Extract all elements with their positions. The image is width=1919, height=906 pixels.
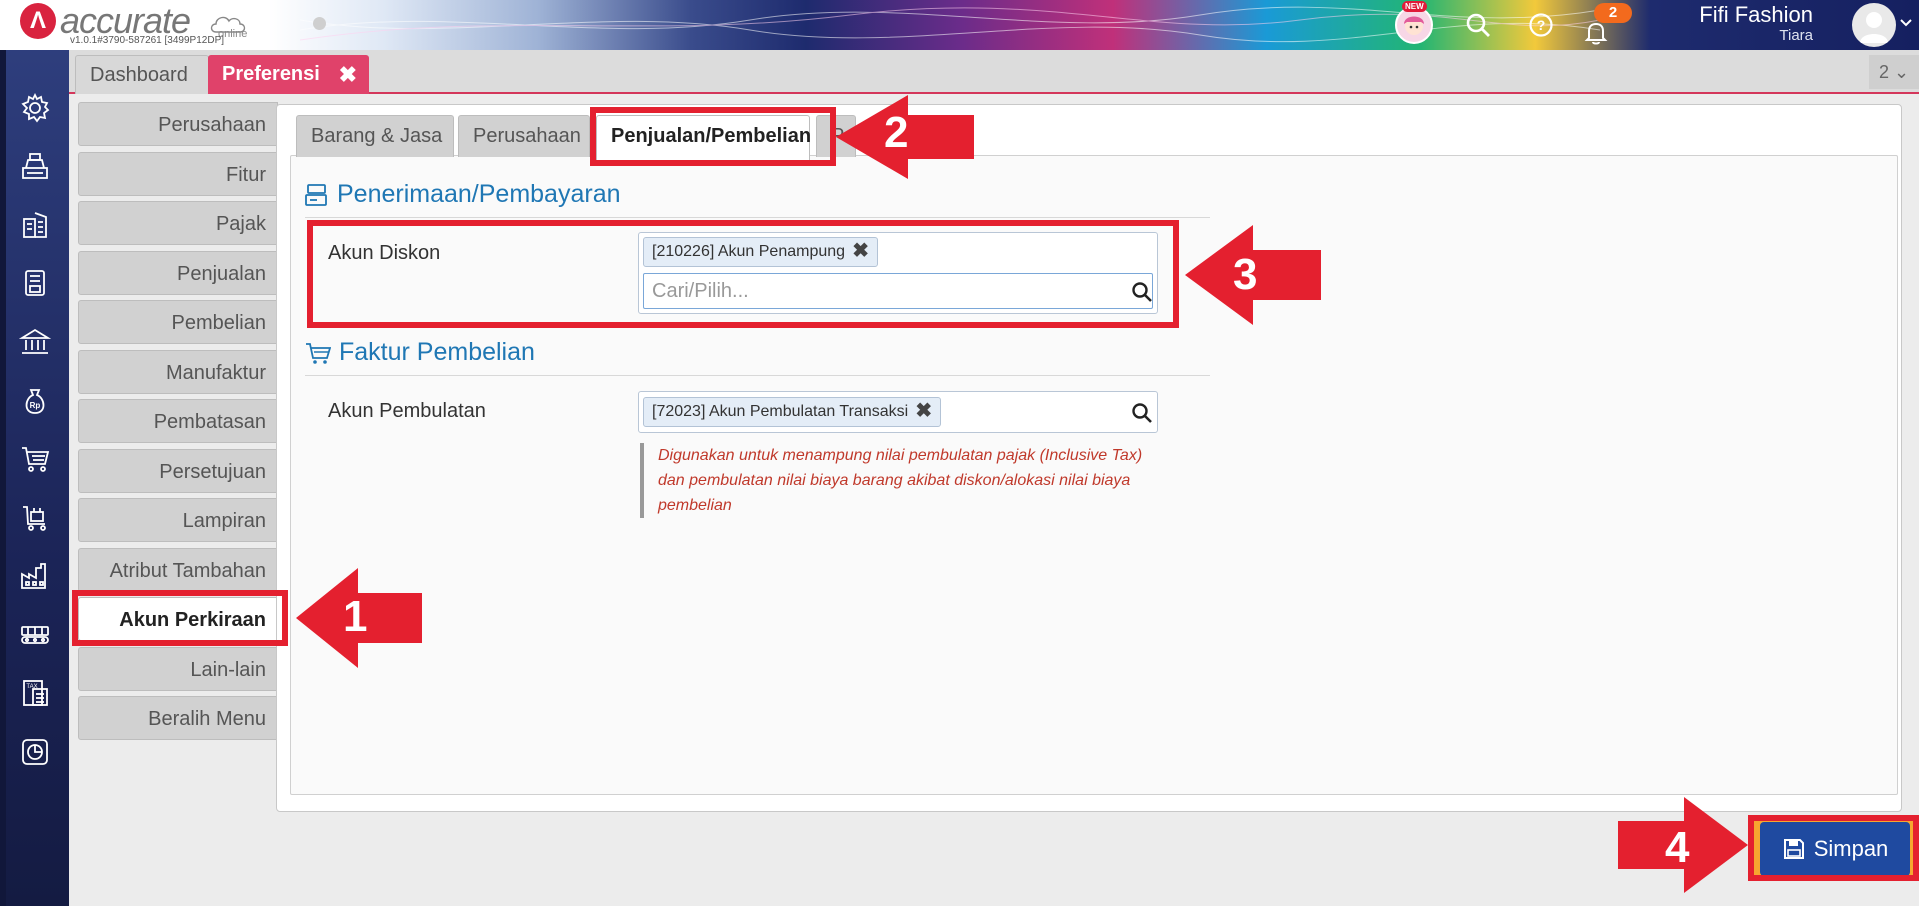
akun-pembulatan-field[interactable]: [72023] Akun Pembulatan Transaksi ✖ xyxy=(638,391,1158,433)
pref-menu-pembatasan[interactable]: Pembatasan xyxy=(78,399,278,443)
annotation-number-4: 4 xyxy=(1665,823,1690,872)
top-bar: Λ accurate online v1.0.1#3790-587261 [34… xyxy=(0,0,1919,50)
section-faktur-pembelian: Faktur Pembelian xyxy=(305,338,535,367)
status-dot xyxy=(313,17,326,30)
pref-menu-fitur[interactable]: Fitur xyxy=(78,152,278,196)
subtab-p[interactable]: P xyxy=(816,115,856,157)
section-penerimaan-pembayaran: Penerimaan/Pembayaran xyxy=(305,180,621,209)
tax-report-icon[interactable]: TAX xyxy=(17,675,53,711)
akun-pembulatan-label: Akun Pembulatan xyxy=(328,400,486,422)
factory-icon[interactable] xyxy=(17,558,53,594)
pref-menu-manufaktur[interactable]: Manufaktur xyxy=(78,350,278,394)
payment-icon xyxy=(305,183,327,206)
annotation-number-3: 3 xyxy=(1233,250,1258,299)
section-faktur-title: Faktur Pembelian xyxy=(339,338,535,366)
akun-diskon-label: Akun Diskon xyxy=(328,242,441,264)
akun-pembulatan-tag: [72023] Akun Pembulatan Transaksi ✖ xyxy=(643,397,942,427)
annotation-number-2: 2 xyxy=(884,108,909,157)
buildings-icon[interactable] xyxy=(17,207,53,243)
akun-pembulatan-tag-label: [72023] Akun Pembulatan Transaksi xyxy=(652,403,909,420)
notification-badge: 2 xyxy=(1594,3,1632,23)
svg-text:TAX: TAX xyxy=(26,684,37,690)
pref-menu-persetujuan[interactable]: Persetujuan xyxy=(78,449,278,493)
accurate-logo[interactable]: Λ accurate xyxy=(20,0,191,41)
pref-menu-atribut-tambahan[interactable]: Atribut Tambahan xyxy=(78,548,278,592)
akun-pembulatan-hint: Digunakan untuk menampung nilai pembulat… xyxy=(640,443,1160,518)
pref-menu-lampiran[interactable]: Lampiran xyxy=(78,498,278,542)
user-avatar[interactable] xyxy=(1852,3,1896,47)
logo-mark-icon: Λ xyxy=(20,3,56,39)
subtab-perusahaan[interactable]: Perusahaan xyxy=(458,115,590,157)
help-icon[interactable]: ? xyxy=(1524,8,1558,42)
conveyor-icon[interactable] xyxy=(17,617,53,653)
close-icon[interactable]: ✖ xyxy=(339,55,357,94)
section-divider xyxy=(305,217,1210,218)
remove-tag-icon[interactable]: ✖ xyxy=(915,398,932,423)
version-label: v1.0.1#3790-587261 [3499P12DP] xyxy=(70,35,225,46)
remove-tag-icon[interactable]: ✖ xyxy=(852,238,869,263)
subtab-barang-jasa[interactable]: Barang & Jasa xyxy=(296,115,454,157)
pref-menu-lain-lain[interactable]: Lain-lain xyxy=(78,647,278,691)
girl-mascot-icon xyxy=(1404,16,1424,35)
akun-diskon-tag-label: [210226] Akun Penampung xyxy=(652,243,846,260)
pref-menu-akun-perkiraan[interactable]: Akun Perkiraan xyxy=(78,597,278,641)
floppy-disk-icon xyxy=(1783,839,1804,859)
pref-menu-pajak[interactable]: Pajak xyxy=(78,201,278,245)
cart-icon xyxy=(306,342,331,364)
new-badge: NEW xyxy=(1402,1,1427,12)
tab-preferensi[interactable]: Preferensi ✖ xyxy=(208,55,369,94)
akun-diskon-tag: [210226] Akun Penampung ✖ xyxy=(643,237,879,267)
user-subtitle: Tiara xyxy=(1779,27,1813,44)
warehouse-cart-icon[interactable] xyxy=(17,500,53,536)
search-icon[interactable] xyxy=(1131,281,1153,303)
section-penerimaan-title: Penerimaan/Pembayaran xyxy=(337,180,621,208)
pref-menu-penjualan[interactable]: Penjualan xyxy=(78,251,278,295)
save-button-label: Simpan xyxy=(1813,836,1889,861)
section-divider xyxy=(305,375,1210,376)
pref-menu-beralih-menu[interactable]: Beralih Menu xyxy=(78,696,278,740)
pref-menu-pembelian[interactable]: Pembelian xyxy=(78,300,278,344)
cash-register-icon[interactable] xyxy=(17,148,53,184)
bank-icon[interactable] xyxy=(17,324,53,360)
search-icon[interactable] xyxy=(1131,402,1153,424)
user-name[interactable]: Fifi Fashion xyxy=(1699,2,1813,28)
cart-icon[interactable] xyxy=(17,441,53,477)
money-bag-icon[interactable]: Rp xyxy=(17,383,53,419)
gear-icon[interactable] xyxy=(17,90,53,126)
annotation-number-1: 1 xyxy=(343,592,368,641)
svg-text:Rp: Rp xyxy=(30,401,41,410)
left-bar-edge xyxy=(0,50,6,906)
chevron-down-icon[interactable] xyxy=(1899,18,1913,28)
tab-dashboard[interactable]: Dashboard xyxy=(75,55,209,94)
main-tab-strip: Dashboard Preferensi ✖ 2 ⌄ xyxy=(69,50,1919,94)
user-silhouette-icon xyxy=(1860,12,1888,43)
book-icon[interactable] xyxy=(17,265,53,301)
subtab-penjualan-pembelian[interactable]: Penjualan/Pembelian xyxy=(596,115,811,161)
chart-report-icon[interactable] xyxy=(17,734,53,770)
svg-text:?: ? xyxy=(1537,17,1546,33)
akun-diskon-field[interactable]: [210226] Akun Penampung ✖ Cari/Pilih... xyxy=(638,232,1158,314)
save-button[interactable]: Simpan xyxy=(1760,822,1910,876)
search-icon[interactable] xyxy=(1461,8,1495,42)
akun-diskon-search-input[interactable]: Cari/Pilih... xyxy=(643,273,1153,309)
left-module-bar: Rp TAX xyxy=(0,50,69,906)
logo-wordmark: accurate xyxy=(60,0,191,41)
tab-preferensi-label: Preferensi xyxy=(222,63,320,85)
pref-menu-perusahaan[interactable]: Perusahaan xyxy=(78,102,278,146)
open-tabs-dropdown[interactable]: 2 ⌄ xyxy=(1869,55,1919,89)
